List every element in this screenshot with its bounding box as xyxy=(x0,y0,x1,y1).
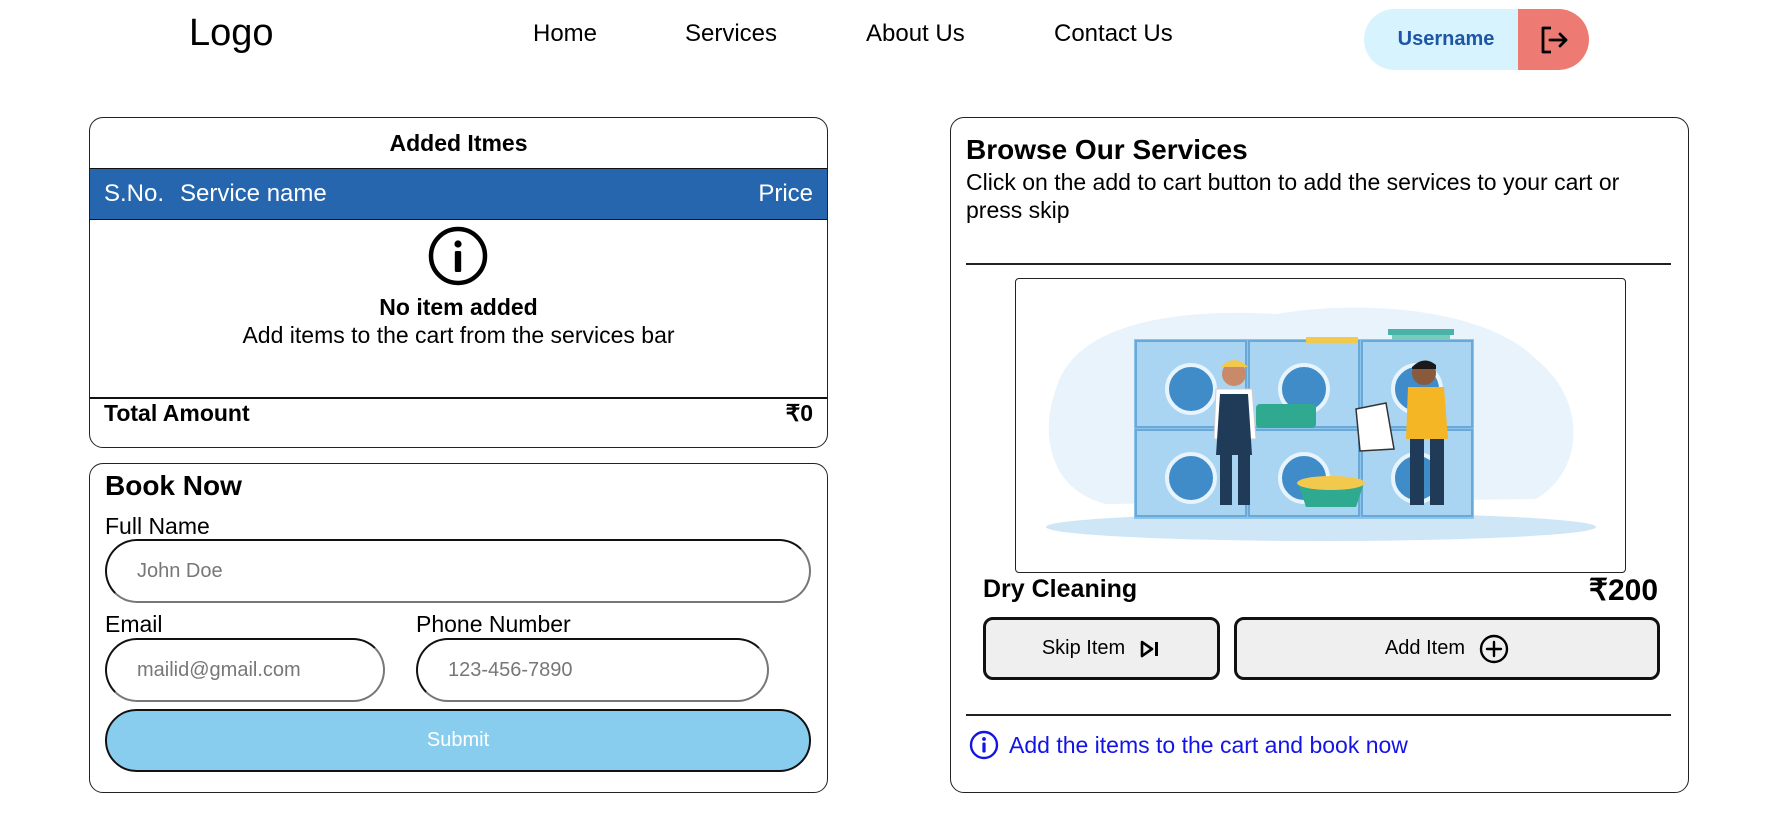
divider xyxy=(966,263,1671,265)
logout-button[interactable] xyxy=(1518,9,1589,70)
divider xyxy=(966,714,1671,716)
full-name-input[interactable] xyxy=(105,539,811,603)
book-now-hint[interactable]: Add the items to the cart and book now xyxy=(969,730,1408,760)
skip-item-button[interactable]: Skip Item xyxy=(983,617,1220,680)
total-row: Total Amount ₹0 xyxy=(90,399,827,447)
hint-text: Add the items to the cart and book now xyxy=(1009,731,1408,758)
cart-empty-state: No item added Add items to the cart from… xyxy=(90,220,827,399)
nav-services[interactable]: Services xyxy=(685,20,777,48)
email-label: Email xyxy=(105,611,163,637)
info-icon xyxy=(969,730,999,760)
user-menu: Username xyxy=(1364,9,1589,70)
skip-next-icon xyxy=(1140,640,1159,657)
full-name-label: Full Name xyxy=(105,513,210,539)
services-subtitle: Click on the add to cart button to add t… xyxy=(966,169,1620,223)
phone-input[interactable] xyxy=(416,638,769,702)
phone-label: Phone Number xyxy=(416,611,571,637)
empty-message: Add items to the cart from the services … xyxy=(242,322,675,348)
cart-table-header: S.No. Service name Price xyxy=(90,168,827,220)
username-button[interactable]: Username xyxy=(1364,9,1518,70)
nav-contact-us[interactable]: Contact Us xyxy=(1054,20,1173,48)
logo: Logo xyxy=(189,12,274,54)
plus-circle-icon xyxy=(1479,634,1509,663)
service-name: Dry Cleaning xyxy=(983,575,1138,603)
column-sno: S.No. xyxy=(104,180,165,207)
add-item-label: Add Item xyxy=(1384,637,1466,659)
service-image xyxy=(1015,278,1626,573)
total-label: Total Amount xyxy=(104,400,250,426)
booking-form: Book Now Full Name Email Phone Number Su… xyxy=(89,463,828,793)
logout-icon xyxy=(1541,26,1567,53)
info-icon xyxy=(428,226,488,286)
empty-title: No item added xyxy=(379,294,538,320)
services-panel: Browse Our Services Click on the add to … xyxy=(950,117,1689,793)
booking-title: Book Now xyxy=(105,470,242,501)
services-title: Browse Our Services xyxy=(966,134,1248,165)
service-price: ₹200 xyxy=(1588,574,1658,607)
cart-title: Added Itmes xyxy=(389,130,528,156)
nav-home[interactable]: Home xyxy=(533,20,597,48)
column-price: Price xyxy=(758,180,813,207)
nav-about-us[interactable]: About Us xyxy=(866,20,965,48)
column-service-name: Service name xyxy=(180,180,327,207)
add-item-button[interactable]: Add Item xyxy=(1234,617,1660,680)
total-value: ₹0 xyxy=(785,400,813,426)
email-input[interactable] xyxy=(105,638,385,702)
submit-button[interactable]: Submit xyxy=(105,709,811,772)
skip-item-label: Skip Item xyxy=(1041,637,1126,659)
laundry-illustration xyxy=(1046,307,1596,541)
cart-panel: Added Itmes S.No. Service name Price No … xyxy=(89,117,828,448)
